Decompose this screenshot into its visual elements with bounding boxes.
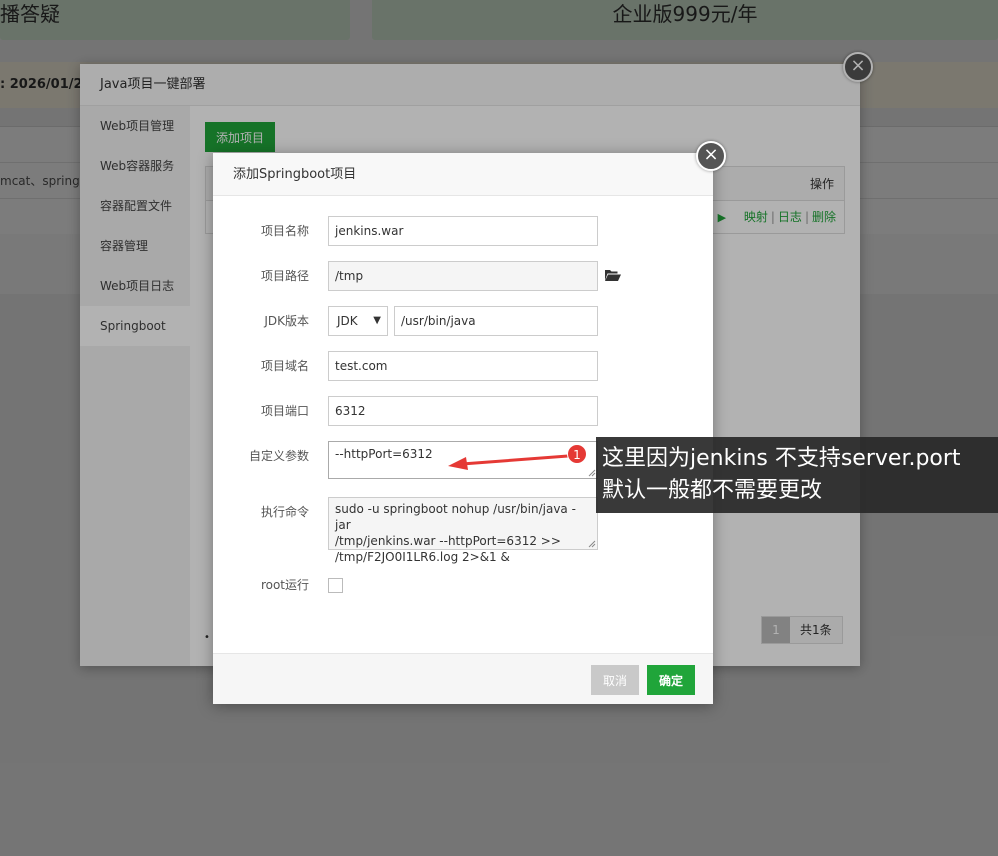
folder-open-icon[interactable]	[605, 269, 621, 281]
dialog-footer: 取消 确定	[213, 653, 713, 704]
project-domain-input[interactable]: test.com	[328, 351, 598, 381]
project-name-label: 项目名称	[260, 224, 309, 238]
exec-command-label: 执行命令	[260, 505, 309, 519]
command-line: sudo -u springboot nohup /usr/bin/java -…	[335, 502, 576, 532]
resize-handle-icon[interactable]	[588, 540, 596, 548]
add-springboot-dialog-title: 添加Springboot项目	[213, 153, 713, 196]
custom-params-value: --httpPort=6312	[335, 447, 433, 461]
project-port-input[interactable]: 6312	[328, 396, 598, 426]
close-icon[interactable]: ×	[696, 141, 726, 171]
cancel-button[interactable]: 取消	[591, 665, 639, 695]
exec-command-textarea[interactable]: sudo -u springboot nohup /usr/bin/java -…	[328, 497, 598, 564]
project-path-label: 项目路径	[260, 269, 309, 283]
project-port-label: 项目端口	[260, 404, 309, 418]
command-line: /tmp/jenkins.war --httpPort=6312 >>	[335, 534, 561, 548]
jdk-select[interactable]: JDK ▼	[328, 306, 388, 336]
resize-handle-icon[interactable]	[588, 469, 596, 477]
root-run-checkbox[interactable]	[328, 578, 343, 593]
add-springboot-dialog: 添加Springboot项目 项目名称 jenkins.war 项目路径 /tm…	[213, 141, 726, 704]
jdk-version-label: JDK版本	[264, 314, 309, 328]
java-path-input[interactable]: /usr/bin/java	[394, 306, 598, 336]
custom-params-label: 自定义参数	[248, 449, 309, 463]
annotation-badge: 1	[567, 444, 587, 464]
annotation-line: 默认一般都不需要更改	[602, 478, 823, 503]
root-run-label: root运行	[260, 578, 309, 592]
project-path-input[interactable]: /tmp	[328, 261, 598, 291]
project-name-input[interactable]: jenkins.war	[328, 216, 598, 246]
command-line: /tmp/F2JO0I1LR6.log 2>&1 &	[335, 550, 510, 564]
jdk-select-value: JDK	[337, 314, 358, 328]
annotation-callout: 这里因为jenkins 不支持server.port 默认一般都不需要更改	[596, 437, 998, 513]
chevron-down-icon: ▼	[373, 315, 381, 326]
confirm-button[interactable]: 确定	[647, 665, 695, 695]
annotation-arrow-icon	[448, 454, 570, 470]
project-domain-label: 项目域名	[260, 359, 309, 373]
annotation-line: 这里因为jenkins 不支持server.port	[602, 446, 961, 471]
